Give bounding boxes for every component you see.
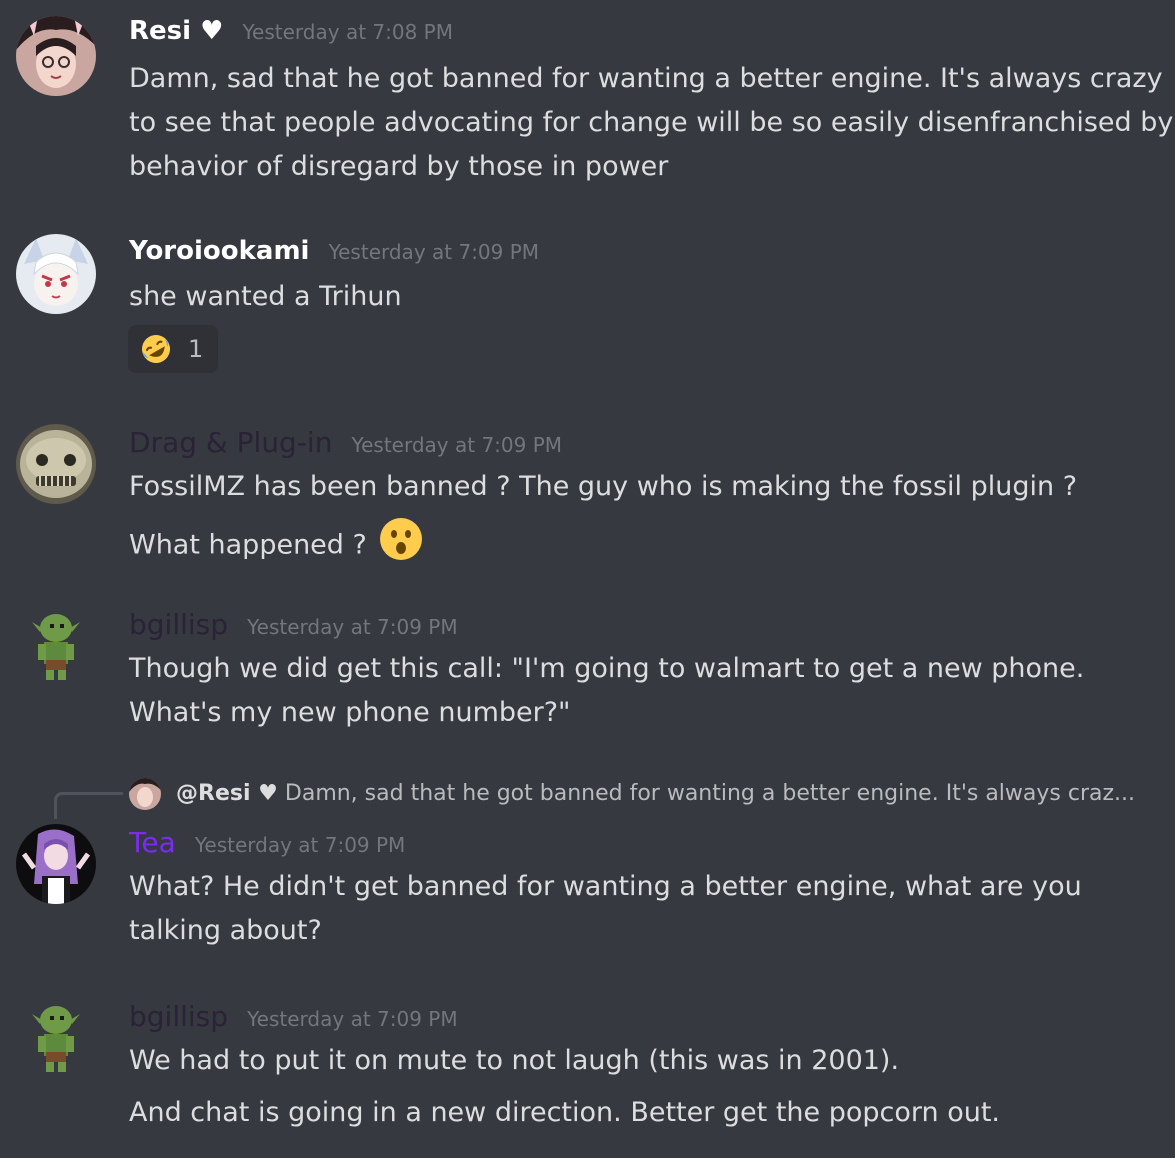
- timestamp: Yesterday at 7:09 PM: [247, 1007, 458, 1031]
- message-line: Damn, sad that he got banned for wanting…: [129, 63, 1163, 94]
- avatar[interactable]: [16, 996, 96, 1076]
- message-line: behavior of disregard by those in power: [129, 151, 669, 182]
- message-line: What's my new phone number?": [129, 697, 571, 728]
- timestamp: Yesterday at 7:08 PM: [242, 20, 454, 44]
- message-line: What? He didn't get banned for wanting a…: [129, 871, 1082, 902]
- reply-username[interactable]: @Resi ♥: [176, 781, 278, 806]
- avatar-tea-icon: [16, 824, 96, 904]
- message-line: And chat is going in a new direction. Be…: [129, 1097, 1001, 1128]
- message-line: FossilMZ has been banned ? The guy who i…: [129, 471, 1078, 502]
- avatar-drag-plugin-icon: [16, 424, 96, 504]
- username[interactable]: Resi ♥: [129, 16, 223, 46]
- avatar-resi-icon: [16, 16, 96, 96]
- username[interactable]: Tea: [129, 826, 176, 859]
- message-line: Though we did get this call: "I'm going …: [129, 653, 1085, 684]
- reaction-count: 1: [188, 335, 204, 363]
- message: Yoroiookami Yesterday at 7:09 PM she wan…: [0, 222, 1175, 392]
- avatar[interactable]: [16, 604, 96, 684]
- message-line: she wanted a Trihun: [129, 281, 402, 312]
- avatar-goblin-icon: [16, 604, 96, 684]
- message-text: What happened ?: [129, 529, 367, 561]
- reply-connector: [54, 792, 123, 819]
- username[interactable]: bgillisp: [129, 1000, 228, 1033]
- message-line: to see that people advocating for change…: [129, 107, 1174, 138]
- username[interactable]: Drag & Plug-in: [129, 426, 332, 459]
- reply-text: Damn, sad that he got banned for wanting…: [284, 781, 1136, 806]
- avatar[interactable]: [16, 824, 96, 904]
- timestamp: Yesterday at 7:09 PM: [328, 240, 540, 264]
- message-line: We had to put it on mute to not laugh (t…: [129, 1045, 900, 1076]
- username[interactable]: bgillisp: [129, 608, 228, 641]
- timestamp: Yesterday at 7:09 PM: [247, 615, 458, 639]
- avatar[interactable]: [16, 234, 96, 314]
- rofl-emoji-icon: [140, 333, 172, 369]
- username[interactable]: Yoroiookami: [129, 236, 309, 266]
- message: @Resi ♥ Damn, sad that he got banned for…: [0, 770, 1175, 960]
- reply-preview[interactable]: @Resi ♥ Damn, sad that he got banned for…: [129, 778, 1135, 810]
- avatar-goblin-icon: [16, 996, 96, 1076]
- message: bgillisp Yesterday at 7:09 PM Though we …: [0, 588, 1175, 748]
- avatar: [129, 778, 161, 810]
- message-line: What happened ?: [129, 517, 423, 575]
- avatar[interactable]: [16, 424, 96, 504]
- avatar[interactable]: [16, 16, 96, 96]
- message: bgillisp Yesterday at 7:09 PM We had to …: [0, 980, 1175, 1158]
- reaction-button[interactable]: 1: [128, 325, 218, 373]
- timestamp: Yesterday at 7:09 PM: [351, 433, 563, 457]
- message-line: talking about?: [129, 915, 322, 946]
- timestamp: Yesterday at 7:09 PM: [194, 833, 406, 857]
- open-mouth-emoji-icon: [379, 517, 423, 575]
- avatar-yoroiookami-icon: [16, 234, 96, 314]
- message: Resi ♥ Yesterday at 7:08 PM Damn, sad th…: [0, 0, 1175, 200]
- message: Drag & Plug-in Yesterday at 7:09 PM Foss…: [0, 404, 1175, 574]
